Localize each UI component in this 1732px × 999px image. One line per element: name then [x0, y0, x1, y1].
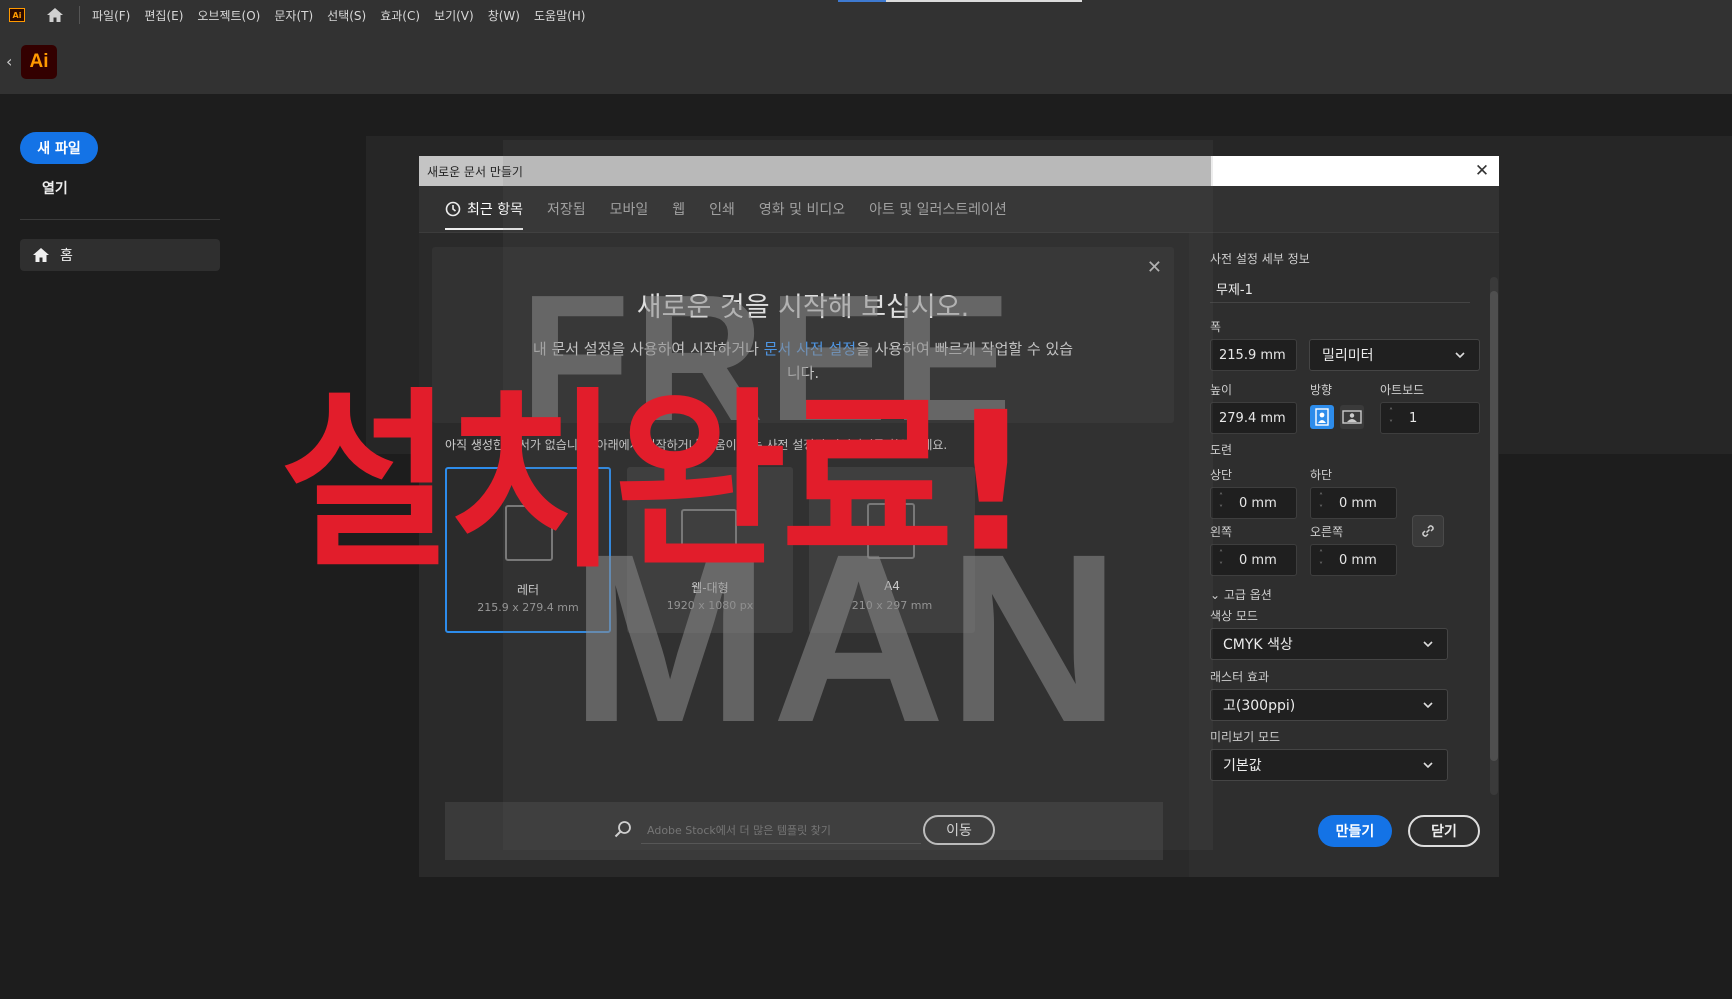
sidebar-divider [20, 219, 220, 220]
new-file-button[interactable]: 새 파일 [20, 132, 98, 164]
chevron-down-icon [1423, 641, 1433, 648]
color-mode-label: 색상 모드 [1210, 609, 1258, 623]
artboard-label: 아트보드 [1380, 383, 1425, 397]
menu-object[interactable]: 오브젝트(O) [197, 7, 260, 24]
dialog-close-icon[interactable]: ✕ [1471, 160, 1493, 182]
chevron-down-icon [1455, 352, 1465, 359]
link-bleed-button[interactable] [1412, 515, 1444, 547]
clock-icon [445, 201, 461, 217]
orientation-label: 방향 [1310, 383, 1333, 397]
bleed-right-label: 오른쪽 [1310, 525, 1344, 539]
bleed-bottom-label: 하단 [1310, 468, 1333, 482]
raster-effects-select[interactable]: 고(300ppi) [1210, 689, 1448, 721]
create-button[interactable]: 만들기 [1318, 815, 1392, 847]
menu-effect[interactable]: 효과(C) [380, 7, 420, 24]
app-bar: ‹ Ai [0, 30, 1732, 94]
landscape-orientation-icon[interactable] [1340, 405, 1364, 429]
artboard-count-input[interactable]: ˄ ˅ 1 [1380, 402, 1480, 434]
height-input[interactable]: 279.4 mm [1210, 402, 1297, 434]
install-complete-watermark: 설치완료! [280, 371, 1034, 595]
chevron-down-icon [1423, 702, 1433, 709]
sidebar-item-label: 홈 [60, 248, 73, 264]
bleed-left-label: 왼쪽 [1210, 525, 1233, 539]
color-mode-select[interactable]: CMYK 색상 [1210, 628, 1448, 660]
chevron-down-icon [1423, 762, 1433, 769]
preview-mode-label: 미리보기 모드 [1210, 730, 1281, 744]
menu-file[interactable]: 파일(F) [92, 7, 130, 24]
unit-select[interactable]: 밀리미터 [1309, 339, 1480, 371]
bleed-top-label: 상단 [1210, 468, 1233, 482]
app-icon: Ai [9, 8, 25, 22]
bleed-bottom-input[interactable]: ˄ ˅ 0 mm [1310, 487, 1397, 519]
home-icon [33, 248, 49, 262]
advanced-options-toggle[interactable]: ⌄ 고급 옵션 [1210, 586, 1272, 603]
link-icon [1422, 525, 1434, 537]
bleed-top-input[interactable]: ˄ ˅ 0 mm [1210, 487, 1297, 519]
window-tab-indicator [838, 0, 1082, 2]
menu-view[interactable]: 보기(V) [434, 7, 474, 24]
width-input[interactable]: 215.9 mm [1210, 339, 1297, 371]
bleed-right-input[interactable]: ˄ ˅ 0 mm [1310, 544, 1397, 576]
home-icon[interactable] [45, 5, 65, 25]
menu-edit[interactable]: 편집(E) [144, 7, 183, 24]
bleed-left-input[interactable]: ˄ ˅ 0 mm [1210, 544, 1297, 576]
illustrator-logo: Ai [21, 45, 57, 79]
menu-bar: Ai 파일(F) 편집(E) 오브젝트(O) 문자(T) 선택(S) 효과(C)… [0, 0, 1732, 30]
height-label: 높이 [1210, 383, 1233, 397]
document-name-input[interactable]: 무제-1 [1210, 275, 1470, 303]
open-button[interactable]: 열기 [42, 178, 68, 198]
menu-separator [79, 6, 80, 24]
menu-type[interactable]: 문자(T) [274, 7, 313, 24]
settings-scrollbar[interactable] [1490, 277, 1498, 795]
artboard-stepper[interactable]: ˄ ˅ [1385, 406, 1397, 430]
menu-select[interactable]: 선택(S) [327, 7, 366, 24]
sidebar-item-home[interactable]: 홈 [20, 239, 220, 271]
menu-window[interactable]: 창(W) [488, 7, 520, 24]
close-button[interactable]: 닫기 [1408, 815, 1480, 847]
preview-mode-select[interactable]: 기본값 [1210, 749, 1448, 781]
preset-details-title: 사전 설정 세부 정보 [1210, 252, 1310, 266]
portrait-orientation-icon[interactable] [1310, 405, 1334, 429]
back-chevron-icon[interactable]: ‹ [6, 52, 12, 71]
menu-help[interactable]: 도움말(H) [534, 7, 586, 24]
raster-effects-label: 래스터 효과 [1210, 670, 1270, 684]
bleed-label: 도련 [1210, 443, 1233, 457]
